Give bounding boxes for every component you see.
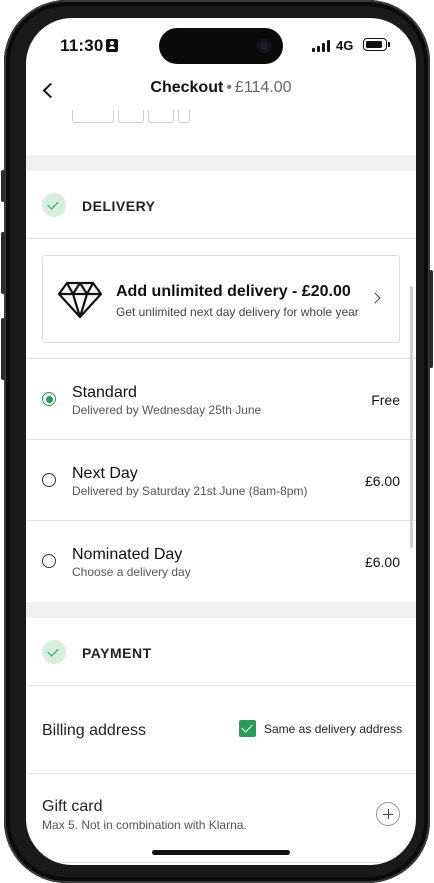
option-name: Nominated Day	[72, 546, 183, 563]
scrollbar[interactable]	[410, 286, 413, 548]
billing-address-label: Billing address	[42, 722, 147, 739]
option-price: £6.00	[364, 473, 400, 489]
same-address-checkbox[interactable]	[239, 720, 256, 737]
order-total: £114.00	[234, 79, 292, 96]
gift-card-subtitle: Max 5. Not in combination with Klarna.	[42, 818, 247, 832]
volume-down-button	[1, 318, 5, 380]
checkout-header: Checkout • £114.00	[26, 70, 416, 110]
divider	[26, 773, 416, 774]
plus-icon[interactable]	[376, 802, 400, 826]
option-name: Next Day	[72, 465, 138, 482]
check-icon	[42, 640, 66, 664]
silent-switch	[1, 170, 5, 202]
promo-subtitle: Get unlimited next day delivery for whol…	[116, 305, 359, 319]
option-price: £6.00	[364, 554, 400, 570]
delivery-option-standard[interactable]: Standard Delivered by Wednesday 25th Jun…	[26, 359, 416, 440]
status-time: 11:30	[60, 36, 104, 55]
same-address-label[interactable]: Same as delivery address	[264, 722, 402, 736]
delivery-section-label: DELIVERY	[82, 198, 156, 214]
page-title-text: Checkout	[150, 79, 224, 96]
payment-section-label: PAYMENT	[82, 645, 152, 661]
divider	[26, 862, 416, 863]
delivery-section-header: DELIVERY	[26, 171, 416, 239]
option-description: Delivered by Wednesday 25th June	[72, 403, 262, 417]
option-description: Delivered by Saturday 21st June (8am-8pm…	[72, 484, 308, 498]
radio-unselected[interactable]	[42, 473, 56, 487]
check-icon	[42, 193, 66, 217]
power-button	[429, 270, 433, 368]
battery-icon	[363, 38, 390, 51]
promo-title: Add unlimited delivery - £20.00	[116, 283, 351, 300]
network-type: 4G	[336, 38, 354, 53]
title-separator: •	[226, 79, 232, 96]
unlimited-delivery-promo[interactable]: Add unlimited delivery - £20.00 Get unli…	[42, 255, 400, 343]
radio-selected[interactable]	[42, 392, 56, 406]
section-spacer	[26, 602, 416, 618]
option-price: Free	[371, 392, 400, 408]
phone-frame: 11:30 4G Checkout • £114.00 DELIVERY Add…	[1, 0, 433, 883]
option-description: Choose a delivery day	[72, 565, 191, 579]
option-name: Standard	[72, 384, 137, 401]
camera-icon	[257, 39, 271, 53]
diamond-icon	[57, 281, 103, 319]
chevron-right-icon	[369, 292, 381, 304]
dynamic-island	[159, 28, 283, 64]
status-bar: 11:30 4G	[26, 18, 416, 70]
screen: 11:30 4G Checkout • £114.00 DELIVERY Add…	[26, 18, 416, 865]
radio-unselected[interactable]	[42, 554, 56, 568]
signal-icon	[312, 40, 332, 52]
contact-card-icon	[106, 39, 118, 52]
payment-section-header: PAYMENT	[26, 618, 416, 686]
checkout-scroll-area[interactable]: DELIVERY Add unlimited delivery - £20.00…	[26, 110, 416, 865]
page-title: Checkout • £114.00	[26, 79, 416, 97]
volume-up-button	[1, 232, 5, 294]
delivery-option-next-day[interactable]: Next Day Delivered by Saturday 21st June…	[26, 440, 416, 521]
home-indicator[interactable]	[152, 850, 290, 855]
delivery-option-nominated-day[interactable]: Nominated Day Choose a delivery day £6.0…	[26, 521, 416, 602]
section-spacer	[26, 155, 416, 171]
gift-card-label: Gift card	[42, 798, 103, 815]
